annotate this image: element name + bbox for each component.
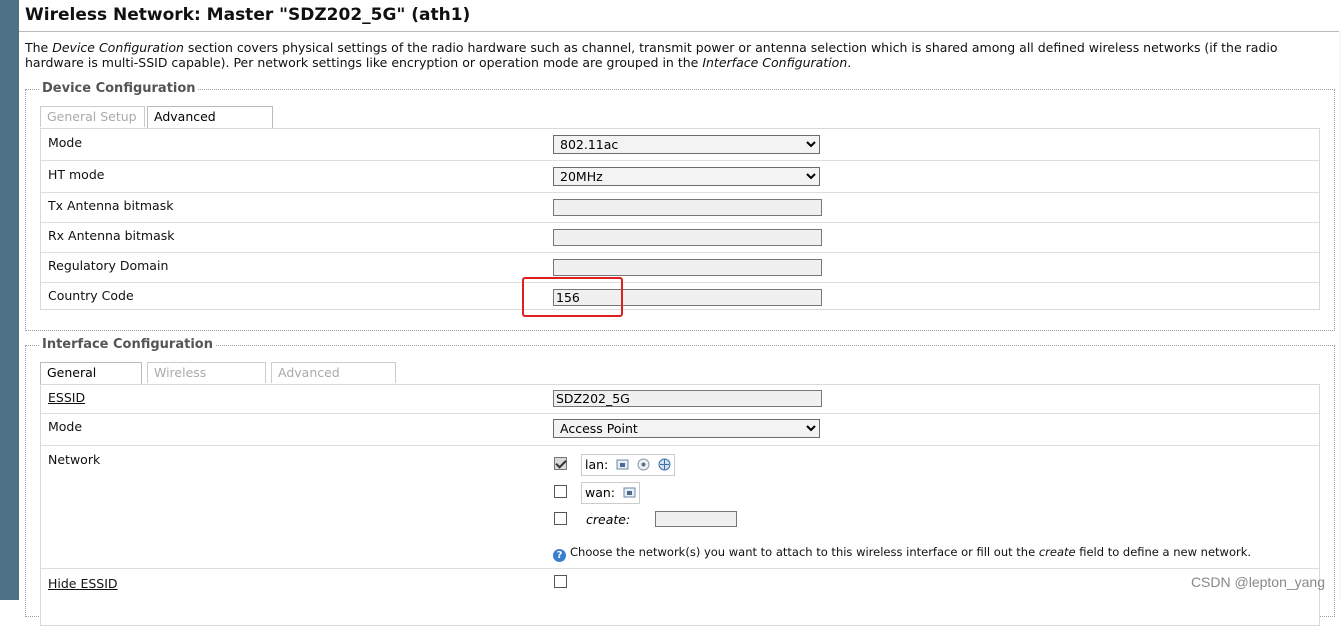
row-network: Network lan: wan: create: ? Choose the n… xyxy=(41,446,1319,569)
tab-device-advanced-settings[interactable]: Advanced Settings xyxy=(147,106,273,144)
page-content: Wireless Network: Master "SDZ202_5G" (at… xyxy=(19,0,1341,626)
tab-wireless-security[interactable]: Wireless Security xyxy=(147,362,266,400)
tx-antenna-label: Tx Antenna bitmask xyxy=(48,198,174,213)
tab-interface-general-setup[interactable]: General Setup xyxy=(40,362,142,400)
row-essid: ESSID SDZ202_5G xyxy=(41,385,1319,414)
device-advanced-panel: Mode 802.11ac HT mode 20MHz Tx Antenna b… xyxy=(40,128,1320,310)
hint-em-create: create xyxy=(1038,545,1076,559)
intro-text-2: section covers physical settings of the … xyxy=(25,40,1278,70)
create-network-input[interactable] xyxy=(655,511,737,527)
row-ht-mode: HT mode 20MHz xyxy=(41,161,1319,193)
ethernet-port-icon xyxy=(616,459,629,470)
row-regulatory-domain: Regulatory Domain xyxy=(41,253,1319,283)
lan-network-badge: lan: xyxy=(581,454,676,476)
ht-mode-label: HT mode xyxy=(48,167,105,182)
page-title: Wireless Network: Master "SDZ202_5G" (at… xyxy=(25,5,471,25)
row-interface-mode: Mode Access Point xyxy=(41,414,1319,446)
interface-mode-label: Mode xyxy=(48,419,83,434)
lan-label: lan: xyxy=(585,457,609,472)
rx-antenna-label: Rx Antenna bitmask xyxy=(48,228,175,243)
intro-em-device: Device Configuration xyxy=(52,40,184,55)
tab-interface-advanced-settings[interactable]: Advanced Settings xyxy=(271,362,396,400)
ht-mode-select[interactable]: 20MHz xyxy=(553,167,820,186)
intro-text: The Device Configuration section covers … xyxy=(25,40,1325,70)
tx-antenna-input[interactable] xyxy=(553,199,822,216)
row-country-code: Country Code 156 xyxy=(41,283,1319,309)
row-tx-antenna: Tx Antenna bitmask xyxy=(41,193,1319,223)
interface-tabs: General Setup Wireless Security Advanced… xyxy=(40,362,440,400)
lan-checkbox[interactable] xyxy=(554,457,567,470)
hide-essid-checkbox[interactable] xyxy=(554,575,567,588)
regulatory-domain-label: Regulatory Domain xyxy=(48,258,169,273)
network-hint: ? Choose the network(s) you want to attac… xyxy=(553,545,1251,562)
interface-mode-select[interactable]: Access Point xyxy=(553,419,820,438)
wifi-globe-icon xyxy=(658,458,671,471)
row-mode: Mode 802.11ac xyxy=(41,129,1319,161)
regulatory-domain-input[interactable] xyxy=(553,259,822,276)
interface-configuration-legend: Interface Configuration xyxy=(40,337,215,352)
wan-label: wan: xyxy=(585,485,616,500)
create-label: create: xyxy=(586,512,631,527)
wireless-icon xyxy=(637,458,650,471)
hide-essid-label: Hide ESSID xyxy=(48,576,118,591)
watermark: CSDN @lepton_yang xyxy=(1190,574,1325,590)
title-bar: Wireless Network: Master "SDZ202_5G" (at… xyxy=(19,0,1341,32)
intro-text-3: . xyxy=(847,55,852,70)
intro-em-interface: Interface Configuration xyxy=(702,55,848,70)
hint-text-1: Choose the network(s) you want to attach… xyxy=(570,545,1039,559)
left-sidebar-strip xyxy=(0,0,19,600)
mode-select[interactable]: 802.11ac xyxy=(553,135,820,154)
tab-device-general-setup[interactable]: General Setup xyxy=(40,106,145,127)
ethernet-port-icon xyxy=(623,487,636,498)
mode-label: Mode xyxy=(48,135,83,150)
essid-label: ESSID xyxy=(48,390,86,405)
row-hide-essid: Hide ESSID xyxy=(41,569,1319,609)
country-code-label: Country Code xyxy=(48,288,134,303)
device-configuration-legend: Device Configuration xyxy=(40,81,198,96)
info-icon: ? xyxy=(553,549,566,562)
hint-text-2: field to define a new network. xyxy=(1075,545,1252,559)
wan-checkbox[interactable] xyxy=(554,485,567,498)
device-configuration-section: Device Configuration General Setup Advan… xyxy=(25,81,1335,331)
interface-configuration-section: Interface Configuration General Setup Wi… xyxy=(25,337,1335,626)
country-code-highlight-box xyxy=(522,277,623,317)
intro-text-1: The xyxy=(25,40,53,55)
create-checkbox[interactable] xyxy=(554,512,567,525)
device-tabs: General Setup Advanced Settings xyxy=(40,106,440,144)
interface-general-panel: ESSID SDZ202_5G Mode Access Point Networ… xyxy=(40,384,1320,626)
row-rx-antenna: Rx Antenna bitmask xyxy=(41,223,1319,253)
rx-antenna-input[interactable] xyxy=(553,229,822,246)
network-label: Network xyxy=(48,452,101,467)
wan-network-badge: wan: xyxy=(581,482,641,504)
essid-input[interactable]: SDZ202_5G xyxy=(553,390,822,407)
